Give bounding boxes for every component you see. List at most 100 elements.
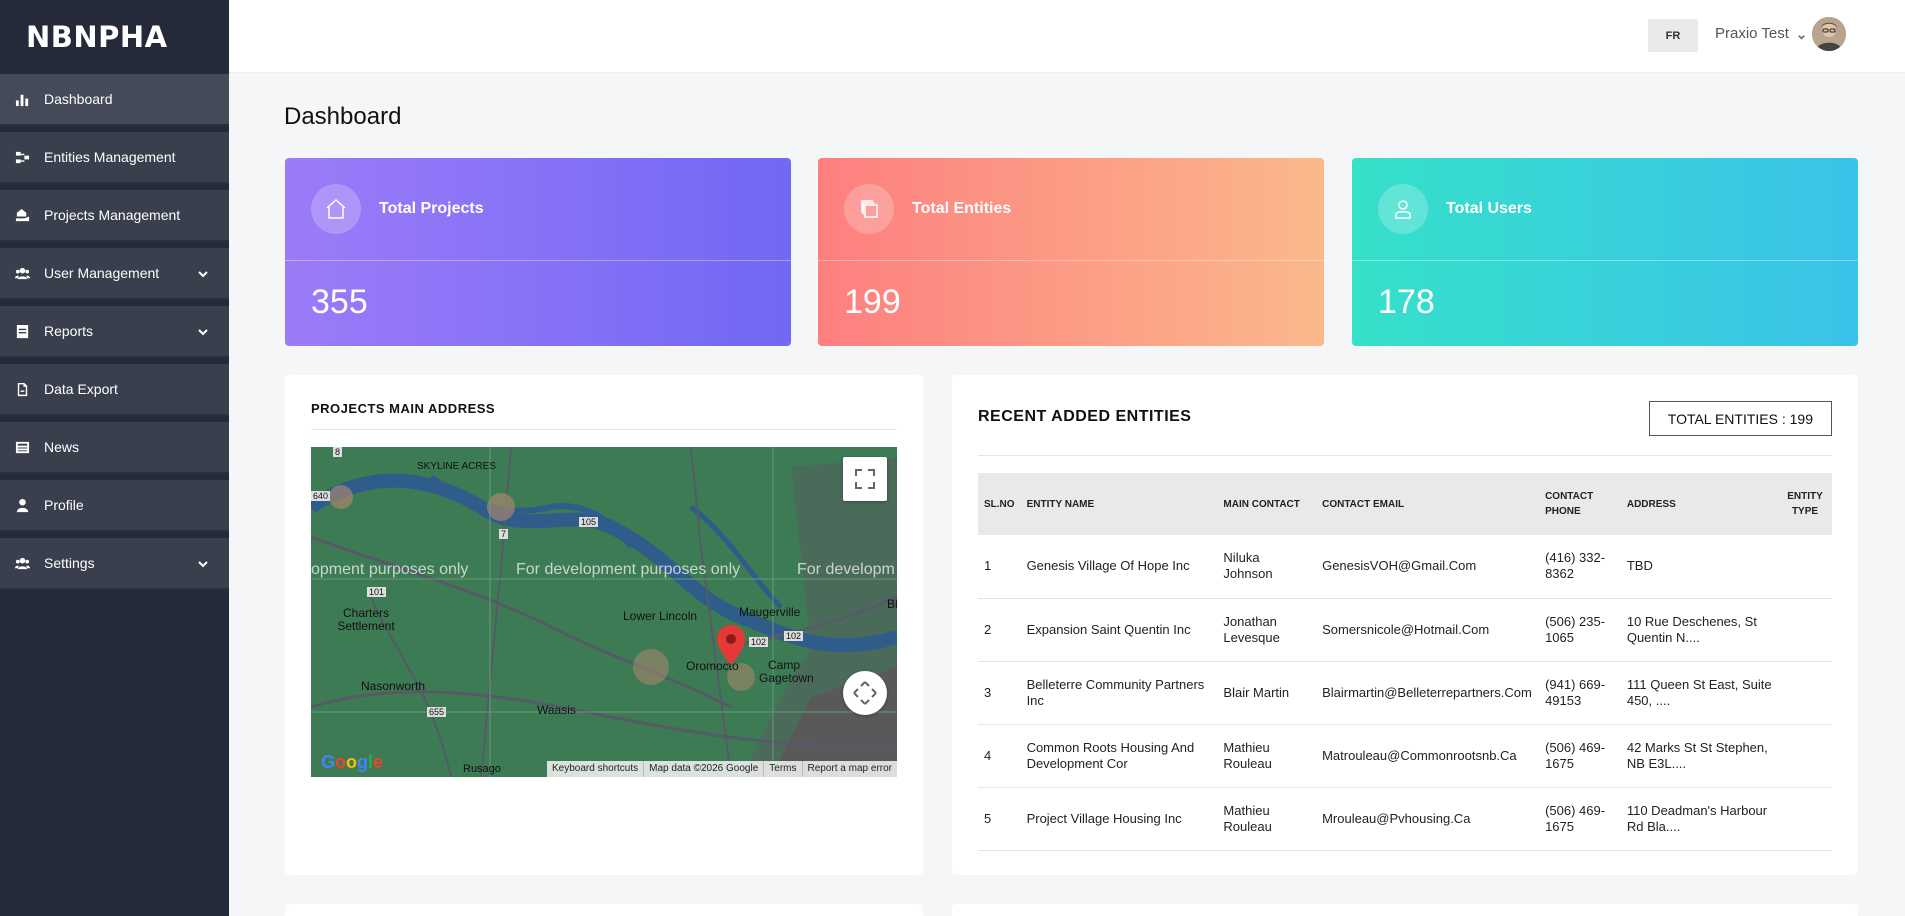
card-value: 355 <box>311 283 368 321</box>
terms-link[interactable]: Terms <box>763 761 801 777</box>
column-header[interactable]: ADDRESS <box>1620 473 1779 535</box>
chevron-down-icon[interactable] <box>197 325 209 337</box>
cell-main-contact: Jonathan Levesque <box>1217 598 1317 662</box>
map-route-label: 102 <box>749 637 769 647</box>
cell-contact-phone: (941) 669-49153 <box>1539 661 1621 725</box>
top-bar: FR Praxio Test <box>229 0 1905 73</box>
recent-entities-card: RECENT ADDED ENTITIES TOTAL ENTITIES : 1… <box>952 375 1858 875</box>
cell-contact-email: Blairmartin@Belleterrepartners.Com <box>1316 661 1540 725</box>
cell-contact-phone: (506) 469-1675 <box>1539 724 1621 788</box>
column-header[interactable]: CONTACT PHONE <box>1539 473 1621 535</box>
cell-no: 4 <box>978 724 1021 788</box>
map-route-label: 640 <box>311 491 331 501</box>
move-arrows-icon <box>853 681 877 705</box>
file-export-icon <box>14 381 30 397</box>
cell-entity-type <box>1778 787 1832 851</box>
chevron-down-icon[interactable] <box>197 267 209 279</box>
brand-logo[interactable]: NBNPHA <box>0 0 229 74</box>
column-header[interactable]: CONTACT EMAIL <box>1316 473 1540 535</box>
table-row[interactable]: 4 Common Roots Housing And Development C… <box>978 724 1832 788</box>
map-watermark: opment purposes only <box>311 561 469 578</box>
total-users-card[interactable]: Total Users 178 <box>1352 158 1858 346</box>
cell-contact-email: Somersnicole@Hotmail.Com <box>1316 598 1540 662</box>
sidebar-item-label: Dashboard <box>44 91 113 107</box>
cell-no: 1 <box>978 535 1021 599</box>
sidebar-item-profile[interactable]: Profile <box>0 480 229 532</box>
user-icon <box>1378 184 1428 234</box>
google-map[interactable]: opment purposes only For development pur… <box>311 447 897 777</box>
bar-chart-icon <box>14 91 30 107</box>
fullscreen-icon <box>855 469 875 489</box>
newspaper-icon <box>14 439 30 455</box>
map-camera-control-button[interactable] <box>843 671 887 715</box>
keyboard-shortcuts-link[interactable]: Keyboard shortcuts <box>547 761 643 777</box>
column-header[interactable]: ENTITY NAME <box>1020 473 1218 535</box>
map-place-label: Charters Settlement <box>337 606 395 633</box>
sidebar-item-data-export[interactable]: Data Export <box>0 364 229 416</box>
report-map-error-link[interactable]: Report a map error <box>801 761 897 777</box>
sidebar-item-news[interactable]: News <box>0 422 229 474</box>
card-title: PROJECTS MAIN ADDRESS <box>311 401 496 416</box>
lower-card-left <box>285 904 923 916</box>
map-place-label: Rusago <box>463 763 501 775</box>
users-cog-icon <box>14 555 30 571</box>
sidebar-item-dashboard[interactable]: Dashboard <box>0 74 229 126</box>
map-footer: Keyboard shortcuts Map data ©2026 Google… <box>546 761 897 777</box>
google-logo: Google <box>321 752 384 772</box>
cell-address: 42 Marks St St Stephen, NB E3L.... <box>1620 724 1779 788</box>
sidebar-item-user-management[interactable]: User Management <box>0 248 229 300</box>
table-row[interactable]: 5 Project Village Housing Inc Mathieu Ro… <box>978 787 1832 851</box>
map-watermark: For developm <box>797 561 895 578</box>
cell-entity-name: Common Roots Housing And Development Cor <box>1020 724 1218 788</box>
sidebar-item-entities-management[interactable]: Entities Management <box>0 132 229 184</box>
total-entities-card[interactable]: Total Entities 199 <box>818 158 1324 346</box>
map-route-label: 105 <box>579 517 599 527</box>
entities-table: SL.NO ENTITY NAME MAIN CONTACT CONTACT E… <box>978 473 1832 851</box>
cell-no: 2 <box>978 598 1021 662</box>
document-icon <box>14 323 30 339</box>
fullscreen-button[interactable] <box>843 457 887 501</box>
card-value: 178 <box>1378 283 1435 321</box>
language-toggle-button[interactable]: FR <box>1648 19 1698 52</box>
avatar[interactable] <box>1812 17 1846 51</box>
card-label: Total Projects <box>379 200 484 217</box>
chevron-down-icon[interactable] <box>197 557 209 569</box>
user-menu[interactable]: Praxio Test <box>1715 25 1806 42</box>
projects-map-card: PROJECTS MAIN ADDRESS opment purposes on… <box>285 375 923 875</box>
cell-main-contact: Mathieu Rouleau <box>1217 724 1317 788</box>
cell-entity-type <box>1778 661 1832 725</box>
sidebar-item-label: Projects Management <box>44 207 181 223</box>
map-place-label: Bl <box>887 597 897 611</box>
map-marker-icon[interactable] <box>717 625 745 665</box>
copy-icon <box>844 184 894 234</box>
cell-contact-phone: (506) 469-1675 <box>1539 787 1621 851</box>
column-header[interactable]: ENTITY TYPE <box>1778 473 1832 535</box>
sidebar-item-projects-management[interactable]: Projects Management <box>0 190 229 242</box>
column-header[interactable]: SL.NO <box>978 473 1021 535</box>
card-title: RECENT ADDED ENTITIES <box>978 408 1192 425</box>
table-row[interactable]: 3 Belleterre Community Partners Inc Blai… <box>978 661 1832 725</box>
cell-entity-type <box>1778 535 1832 599</box>
card-label: Total Users <box>1446 200 1532 217</box>
table-row[interactable]: 1 Genesis Village Of Hope Inc Niluka Joh… <box>978 535 1832 599</box>
total-projects-card[interactable]: Total Projects 355 <box>285 158 791 346</box>
cell-no: 3 <box>978 661 1021 725</box>
map-place-label: SKYLINE ACRES <box>417 461 496 472</box>
sidebar-item-settings[interactable]: Settings <box>0 538 229 590</box>
divider <box>311 429 897 430</box>
sidebar-item-label: Entities Management <box>44 149 176 165</box>
column-header[interactable]: MAIN CONTACT <box>1217 473 1317 535</box>
map-route-label: 102 <box>784 631 804 641</box>
user-icon <box>14 497 30 513</box>
total-entities-button[interactable]: TOTAL ENTITIES : 199 <box>1648 401 1832 436</box>
sidebar-item-label: Settings <box>44 555 95 571</box>
lower-card-right <box>952 904 1858 916</box>
sidebar-item-reports[interactable]: Reports <box>0 306 229 358</box>
cell-contact-email: Matrouleau@Commonrootsnb.Ca <box>1316 724 1540 788</box>
map-place-label: Maugerville <box>739 605 801 619</box>
map-route-label: 101 <box>367 587 387 597</box>
table-row[interactable]: 2 Expansion Saint Quentin Inc Jonathan L… <box>978 598 1832 662</box>
sidebar-item-label: Reports <box>44 323 94 339</box>
cell-contact-email: Mrouleau@Pvhousing.Ca <box>1316 787 1540 851</box>
card-value: 199 <box>844 283 901 321</box>
